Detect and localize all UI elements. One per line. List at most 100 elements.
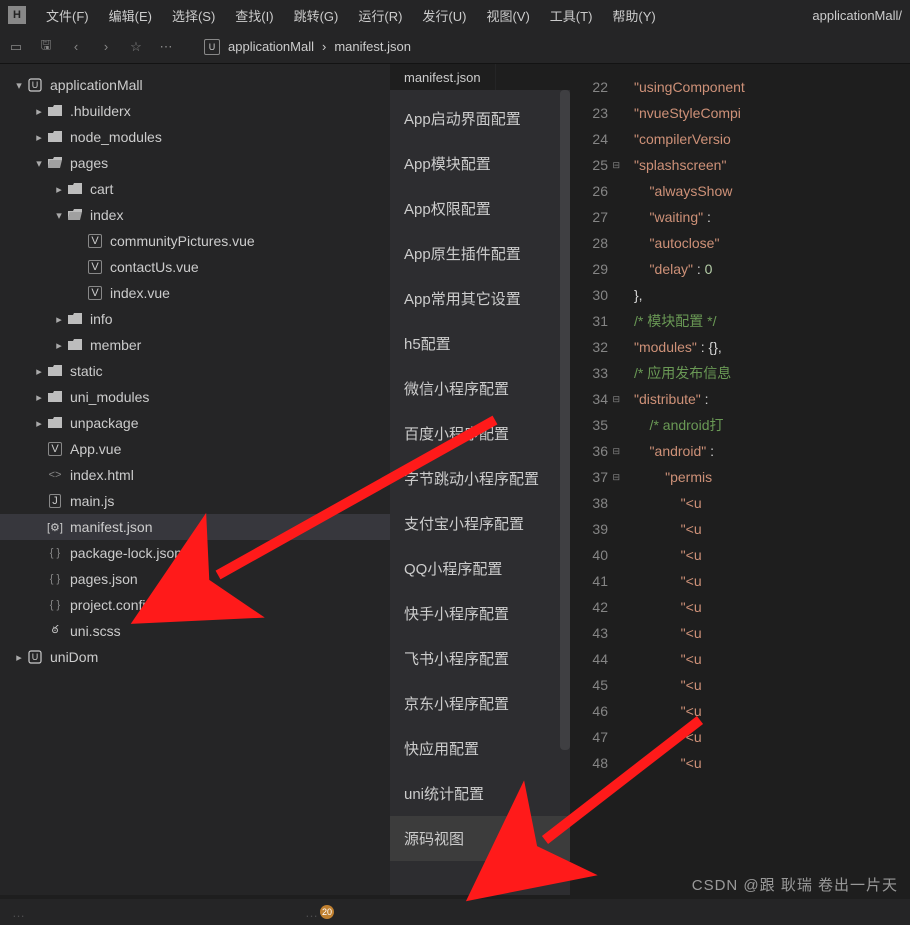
status-badge: 20: [320, 905, 334, 919]
tree-item[interactable]: { }package-lock.json: [0, 540, 390, 566]
menu-item[interactable]: 发行(U): [412, 2, 476, 29]
chevron-right-icon[interactable]: ▸: [32, 391, 46, 404]
breadcrumb-part[interactable]: applicationMall: [228, 39, 314, 54]
menu-item[interactable]: 选择(S): [162, 2, 225, 29]
config-item[interactable]: h5配置: [390, 321, 570, 366]
config-icon: [⚙]: [46, 521, 64, 534]
config-item[interactable]: 京东小程序配置: [390, 681, 570, 726]
menu-item[interactable]: 工具(T): [540, 2, 603, 29]
tree-item[interactable]: VcontactUs.vue: [0, 254, 390, 280]
tree-item[interactable]: ఠuni.scss: [0, 618, 390, 644]
line-number: 32: [570, 334, 608, 360]
tree-item-label: .hbuilderx: [70, 103, 131, 119]
scrollbar[interactable]: [560, 90, 570, 750]
tree-item-label: index: [90, 207, 123, 223]
chevron-down-icon[interactable]: ▾: [12, 79, 26, 92]
tree-item[interactable]: <>index.html: [0, 462, 390, 488]
folder-icon: [66, 339, 84, 351]
star-icon[interactable]: ☆: [128, 39, 144, 55]
tree-item[interactable]: ▸ .hbuilderx: [0, 98, 390, 124]
code-line: "<u: [634, 542, 910, 568]
line-number: 33: [570, 360, 608, 386]
tree-item-label: package-lock.json: [70, 545, 182, 561]
tree-item[interactable]: Vindex.vue: [0, 280, 390, 306]
line-number: 47: [570, 724, 608, 750]
save-icon[interactable]: 🖫: [38, 39, 54, 55]
tree-item[interactable]: ▸cart: [0, 176, 390, 202]
chevron-right-icon[interactable]: ▸: [32, 365, 46, 378]
tree-item[interactable]: ▸unpackage: [0, 410, 390, 436]
more-icon[interactable]: ⋯: [158, 39, 174, 55]
config-item[interactable]: 支付宝小程序配置: [390, 501, 570, 546]
tree-item[interactable]: Jmain.js: [0, 488, 390, 514]
tree-item-label: uniDom: [50, 649, 98, 665]
tab-bar: manifest.json: [390, 64, 570, 90]
menu-item[interactable]: 查找(I): [225, 2, 283, 29]
tree-item-label: pages.json: [70, 571, 138, 587]
code-line: "<u: [634, 698, 910, 724]
menu-item[interactable]: 跳转(G): [284, 2, 349, 29]
menu-item[interactable]: 编辑(E): [99, 2, 162, 29]
line-number: 22: [570, 74, 608, 100]
nav-back-icon[interactable]: ‹: [68, 39, 84, 55]
chevron-right-icon[interactable]: ▸: [52, 313, 66, 326]
chevron-right-icon[interactable]: ▸: [52, 339, 66, 352]
config-item[interactable]: App常用其它设置: [390, 276, 570, 321]
tree-item[interactable]: ▾UapplicationMall: [0, 72, 390, 98]
line-gutter: 2223242526272829303132333435363738394041…: [570, 64, 616, 895]
line-number: 24: [570, 126, 608, 152]
tree-item[interactable]: { }project.config.json: [0, 592, 390, 618]
config-item[interactable]: 百度小程序配置: [390, 411, 570, 456]
folder-open-icon: [66, 209, 84, 221]
editor-tab[interactable]: manifest.json: [390, 64, 496, 90]
tree-item[interactable]: ▸node_modules: [0, 124, 390, 150]
chevron-down-icon[interactable]: ▾: [52, 209, 66, 222]
tree-item[interactable]: ▸info: [0, 306, 390, 332]
chevron-right-icon[interactable]: ▸: [52, 183, 66, 196]
line-number: 43: [570, 620, 608, 646]
chevron-right-icon[interactable]: ▸: [32, 417, 46, 430]
config-item[interactable]: 快应用配置: [390, 726, 570, 771]
code-area[interactable]: "usingComponent"nvueStyleCompi"compilerV…: [616, 64, 910, 895]
tree-item[interactable]: ▾pages: [0, 150, 390, 176]
config-item[interactable]: 源码视图: [390, 816, 570, 861]
tree-item[interactable]: ▸ UuniDom: [0, 644, 390, 670]
menu-item[interactable]: 视图(V): [476, 2, 539, 29]
tree-item[interactable]: ▸uni_modules: [0, 384, 390, 410]
file-explorer[interactable]: ▾UapplicationMall ▸ .hbuilderx ▸node_module…: [0, 64, 390, 895]
config-item[interactable]: 飞书小程序配置: [390, 636, 570, 681]
config-item[interactable]: 快手小程序配置: [390, 591, 570, 636]
config-item[interactable]: 字节跳动小程序配置: [390, 456, 570, 501]
tree-item[interactable]: VApp.vue: [0, 436, 390, 462]
tree-item[interactable]: VcommunityPictures.vue: [0, 228, 390, 254]
toolbar-icon-1[interactable]: ▭: [8, 39, 24, 55]
svg-text:U: U: [32, 652, 39, 662]
menu-item[interactable]: 帮助(Y): [602, 2, 665, 29]
nav-forward-icon[interactable]: ›: [98, 39, 114, 55]
config-item[interactable]: App权限配置: [390, 186, 570, 231]
config-item[interactable]: App启动界面配置: [390, 96, 570, 141]
status-bar: … … 20: [0, 899, 910, 925]
tree-item[interactable]: { }pages.json: [0, 566, 390, 592]
toolbar: ▭ 🖫 ‹ › ☆ ⋯ U applicationMall › manifest…: [0, 30, 910, 64]
chevron-right-icon[interactable]: ▸: [32, 131, 46, 144]
menu-item[interactable]: 运行(R): [348, 2, 412, 29]
chevron-down-icon[interactable]: ▾: [32, 157, 46, 170]
breadcrumb-part[interactable]: manifest.json: [334, 39, 411, 54]
tree-item[interactable]: ▸member: [0, 332, 390, 358]
code-editor[interactable]: 2223242526272829303132333435363738394041…: [570, 64, 910, 895]
config-item[interactable]: uni统计配置: [390, 771, 570, 816]
chevron-right-icon[interactable]: ▸: [32, 105, 46, 118]
config-item[interactable]: QQ小程序配置: [390, 546, 570, 591]
menu-item[interactable]: 文件(F): [36, 2, 99, 29]
chevron-right-icon[interactable]: ▸: [12, 651, 26, 664]
tree-item[interactable]: [⚙]manifest.json: [0, 514, 390, 540]
tree-item[interactable]: ▸static: [0, 358, 390, 384]
config-item[interactable]: App模块配置: [390, 141, 570, 186]
config-item[interactable]: 微信小程序配置: [390, 366, 570, 411]
line-number: 40: [570, 542, 608, 568]
tree-item[interactable]: ▾ index: [0, 202, 390, 228]
folder-icon: [46, 105, 64, 117]
config-item[interactable]: App原生插件配置: [390, 231, 570, 276]
vue-icon: V: [86, 286, 104, 300]
